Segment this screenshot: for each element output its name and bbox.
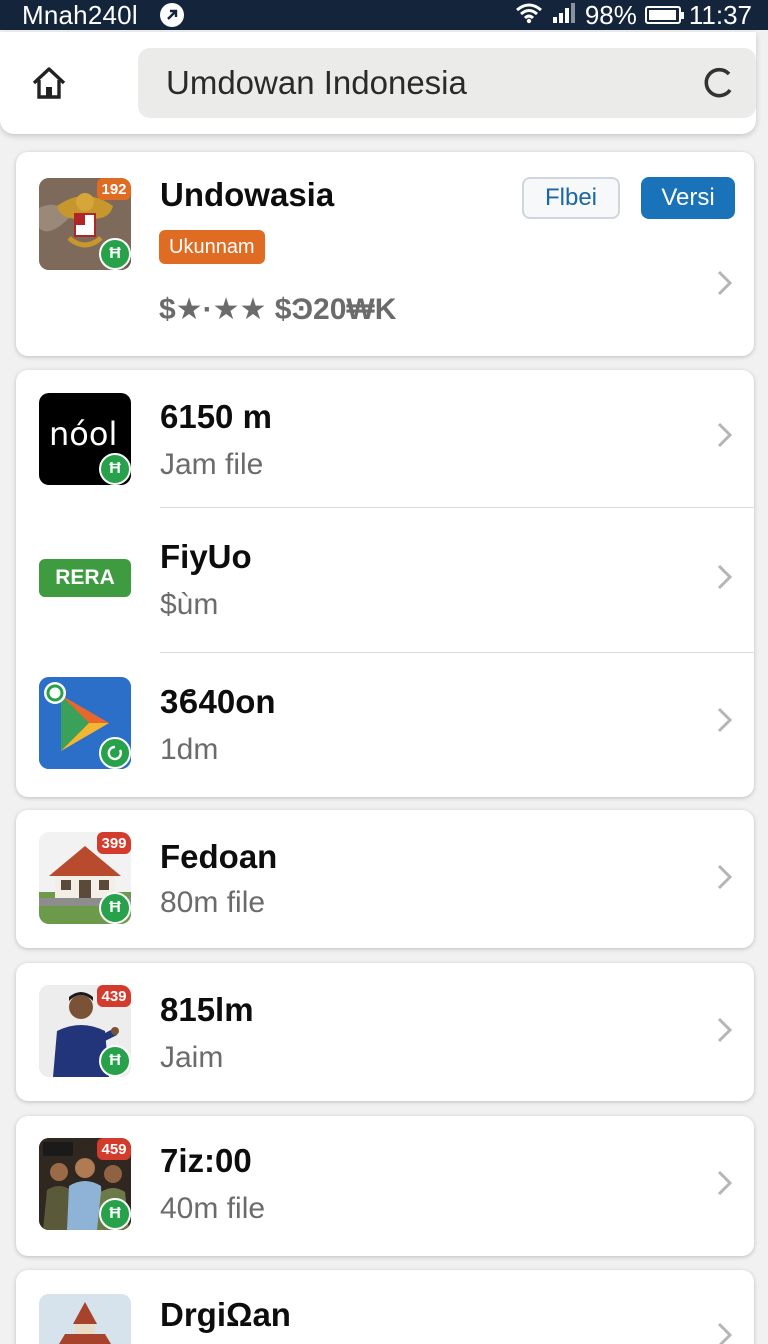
item-subtitle: Jam file	[160, 448, 264, 481]
chevron-right-icon	[717, 707, 733, 733]
count-badge: 399	[97, 832, 131, 854]
carrier-label: Mnah240l	[22, 0, 138, 30]
tower-thumbnail	[39, 1294, 131, 1344]
battery-icon	[644, 6, 684, 24]
battery-percent: 98%	[584, 0, 637, 30]
verified-icon: Ħ	[99, 238, 131, 270]
person-thumbnail: 439 Ħ	[39, 985, 131, 1077]
top-bar: Umdowan Indonesia	[0, 32, 756, 134]
search-text: Umdowan Indonesia	[166, 64, 467, 101]
rera-badge: RERA	[39, 559, 131, 597]
group-photo-thumbnail: 459 Ħ	[39, 1138, 131, 1230]
version-button[interactable]: Versi	[641, 177, 735, 219]
rating-price: $★·★★ $Ͽ20₩K	[159, 293, 397, 326]
clock: 11:37	[688, 0, 752, 30]
grouped-card: nόol Ħ 6150 m Jam file RERA FiyUo $ùm 3ϐ…	[16, 370, 754, 797]
item-title: 3ϐ40on	[160, 683, 276, 720]
item-subtitle: Jaim	[160, 1041, 224, 1074]
verified-icon	[99, 737, 131, 769]
count-badge: 192	[97, 178, 131, 200]
status-bar: Mnah240l 98% 11:37	[0, 0, 768, 30]
filter-button[interactable]: Flbei	[522, 177, 620, 219]
verified-icon: Ħ	[99, 453, 131, 485]
list-item[interactable]: RERA FiyUo $ùm	[16, 508, 754, 653]
item-subtitle: 40m file	[160, 1192, 266, 1225]
list-item-card[interactable]: 399 Ħ Fedoan 80m file	[16, 810, 754, 948]
list-item[interactable]: nόol Ħ 6150 m Jam file	[16, 370, 754, 508]
emblem-thumbnail: 192 Ħ	[39, 178, 131, 270]
item-subtitle: 1dm	[160, 733, 219, 766]
building-thumbnail: 399 Ħ	[39, 832, 131, 924]
home-icon	[32, 67, 66, 99]
list-item[interactable]: 3ϐ40on 1dm	[16, 653, 754, 797]
reload-icon	[704, 67, 732, 98]
item-title: 6150 m	[160, 398, 272, 435]
item-title: DrgiΩan	[160, 1296, 291, 1333]
item-subtitle: $ùm	[160, 588, 219, 621]
list-item-card[interactable]: 439 Ħ 815lm Jaim	[16, 963, 754, 1101]
nfc-icon	[159, 3, 184, 27]
item-subtitle: 80m file	[160, 886, 266, 919]
chevron-right-icon	[717, 270, 733, 296]
verified-icon: Ħ	[99, 892, 131, 924]
chevron-right-icon	[717, 1017, 733, 1043]
item-title: FiyUo	[160, 538, 252, 575]
search-input[interactable]: Umdowan Indonesia	[138, 48, 756, 118]
home-button[interactable]	[26, 60, 72, 106]
logo-text: nόol	[49, 415, 118, 453]
chevron-right-icon	[717, 564, 733, 590]
signal-icon	[551, 0, 577, 31]
wifi-icon	[515, 0, 543, 31]
verified-icon: Ħ	[99, 1198, 131, 1230]
verified-icon: Ħ	[99, 1045, 131, 1077]
chevron-right-icon	[717, 1322, 733, 1344]
featured-title: Undowasia	[160, 176, 335, 213]
category-tag: Ukunnam	[159, 230, 265, 264]
app-icon	[39, 677, 131, 769]
nool-logo: nόol Ħ	[39, 393, 131, 485]
item-title: 815lm	[160, 991, 254, 1028]
list-item-card[interactable]: 459 Ħ 7iz:00 40m file	[16, 1116, 754, 1256]
chevron-right-icon	[717, 1170, 733, 1196]
list-item-card[interactable]: DrgiΩan	[16, 1270, 754, 1344]
featured-card[interactable]: 192 Ħ Undowasia Ukunnam $★·★★ $Ͽ20₩K Flb…	[16, 152, 754, 356]
count-badge: 439	[97, 985, 131, 1007]
count-badge: 459	[97, 1138, 131, 1160]
chevron-right-icon	[717, 864, 733, 890]
chevron-right-icon	[717, 422, 733, 448]
reload-button[interactable]	[698, 62, 740, 104]
item-title: 7iz:00	[160, 1142, 252, 1179]
item-title: Fedoan	[160, 838, 278, 875]
